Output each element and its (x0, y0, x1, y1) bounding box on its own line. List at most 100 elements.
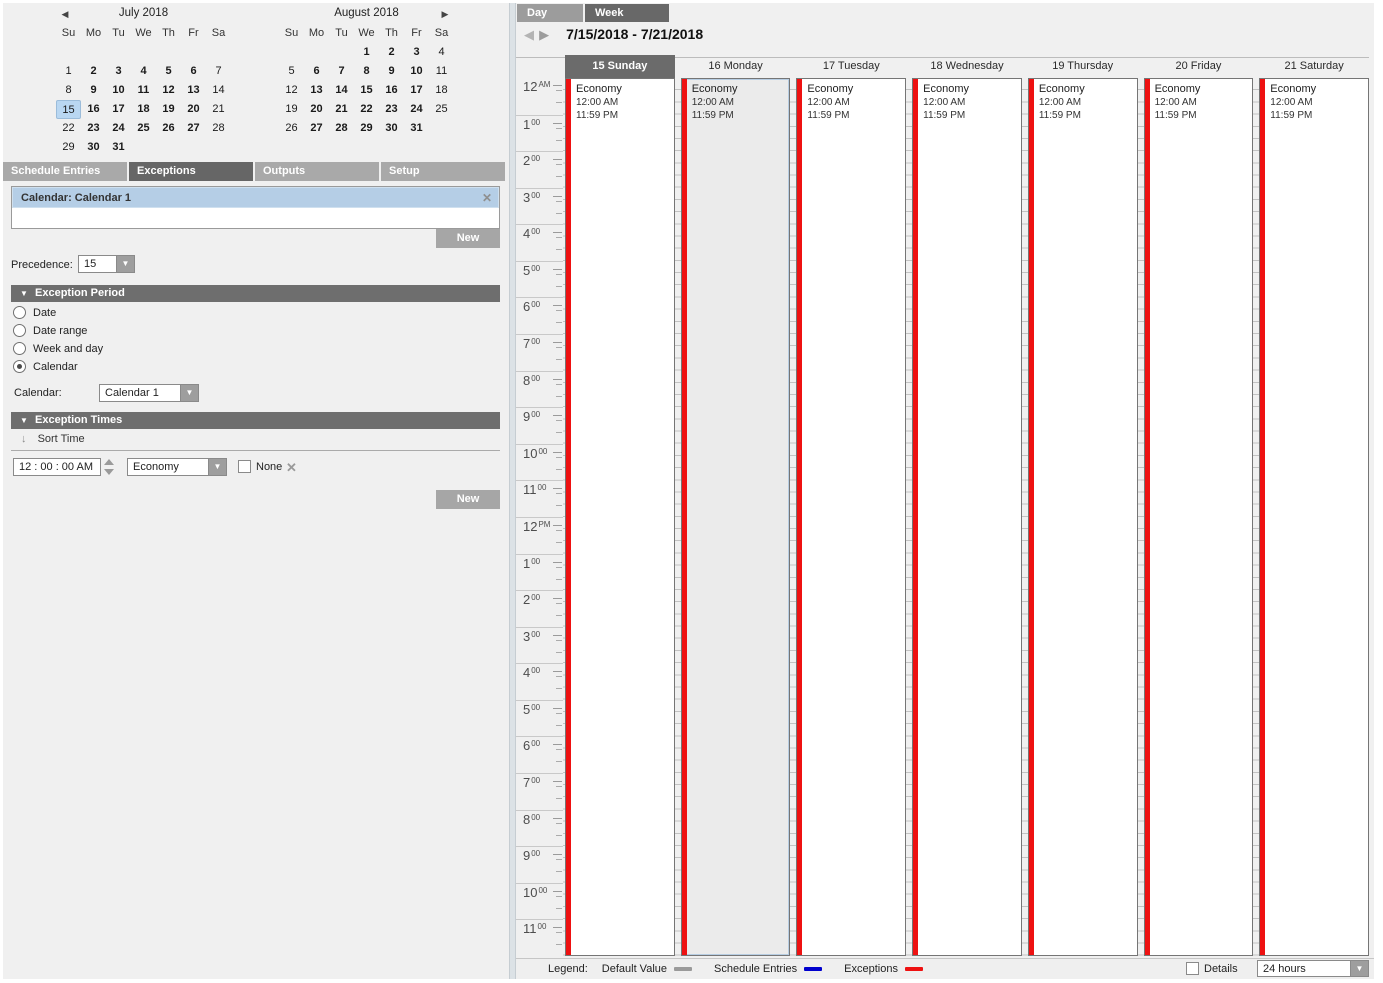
day-column[interactable]: Economy12:00 AM11:59 PM (796, 78, 906, 956)
calendar-day-cell[interactable]: 9 (81, 81, 106, 100)
calendar-day-cell[interactable]: 20 (181, 100, 206, 119)
remove-exception-icon[interactable]: ✕ (482, 188, 492, 209)
schedule-entry[interactable]: Economy12:00 AM11:59 PM (692, 82, 788, 122)
calendar-day-cell[interactable]: 29 (354, 119, 379, 138)
delete-time-icon[interactable]: ✕ (286, 460, 297, 476)
calendar-prev-icon[interactable]: ◀ (58, 6, 72, 22)
calendar-day-cell[interactable]: 22 (56, 119, 81, 138)
calendar-day-cell[interactable]: 30 (379, 119, 404, 138)
none-checkbox[interactable] (238, 460, 251, 473)
calendar-day-cell[interactable]: 16 (81, 100, 106, 119)
calendar-day-cell[interactable]: 23 (379, 100, 404, 119)
calendar-day-cell[interactable]: 14 (206, 81, 231, 100)
calendar-day-cell[interactable]: 1 (56, 62, 81, 81)
calendar-day-cell[interactable]: 28 (206, 119, 231, 138)
calendar-day-cell[interactable]: 6 (181, 62, 206, 81)
spin-up-icon[interactable] (104, 459, 114, 465)
radio-option-date[interactable]: Date (13, 306, 56, 321)
sort-time-control[interactable]: ↓ Sort Time (21, 433, 85, 447)
calendar-day-cell[interactable]: 7 (206, 62, 231, 81)
schedule-entry[interactable]: Economy12:00 AM11:59 PM (1039, 82, 1135, 122)
calendar-day-cell[interactable]: 21 (329, 100, 354, 119)
day-column[interactable]: Economy12:00 AM11:59 PM (912, 78, 1022, 956)
radio-button[interactable] (13, 306, 26, 319)
day-column[interactable]: Economy12:00 AM11:59 PM (1259, 78, 1369, 956)
chevron-down-icon[interactable]: ▼ (116, 255, 135, 273)
details-checkbox[interactable] (1186, 962, 1199, 975)
radio-option-date-range[interactable]: Date range (13, 324, 87, 339)
calendar-day-cell[interactable]: 15 (56, 100, 81, 119)
day-header[interactable]: 18 Wednesday (912, 55, 1022, 78)
calendar-day-cell[interactable]: 29 (56, 138, 81, 157)
calendar-day-cell[interactable]: 31 (106, 138, 131, 157)
calendar-day-cell[interactable]: 3 (404, 43, 429, 62)
calendar-day-cell[interactable]: 19 (279, 100, 304, 119)
time-input[interactable]: 12 : 00 : 00 AM (13, 458, 101, 476)
calendar-day-cell[interactable]: 27 (304, 119, 329, 138)
view-tab-week[interactable]: Week (585, 4, 669, 22)
day-header[interactable]: 15 Sunday (565, 55, 675, 78)
exception-times-header[interactable]: ▼ Exception Times (11, 412, 500, 429)
calendar-day-cell[interactable]: 18 (429, 81, 454, 100)
day-header[interactable]: 16 Monday (681, 55, 791, 78)
calendar-day-cell[interactable]: 17 (106, 100, 131, 119)
calendar-day-cell[interactable]: 6 (304, 62, 329, 81)
next-week-icon[interactable]: ▶ (539, 27, 549, 42)
calendar-day-cell[interactable]: 3 (106, 62, 131, 81)
calendar-day-cell[interactable]: 24 (106, 119, 131, 138)
schedule-entry[interactable]: Economy12:00 AM11:59 PM (923, 82, 1019, 122)
calendar-day-cell[interactable]: 13 (304, 81, 329, 100)
radio-option-week-and-day[interactable]: Week and day (13, 342, 103, 357)
calendar-day-cell[interactable]: 31 (404, 119, 429, 138)
schedule-entry[interactable]: Economy12:00 AM11:59 PM (1155, 82, 1251, 122)
calendar-day-cell[interactable]: 8 (354, 62, 379, 81)
time-stepper[interactable] (104, 458, 114, 476)
calendar-day-cell[interactable]: 5 (279, 62, 304, 81)
calendar-day-cell[interactable]: 23 (81, 119, 106, 138)
calendar-day-cell[interactable]: 21 (206, 100, 231, 119)
day-column[interactable]: Economy12:00 AM11:59 PM (681, 78, 791, 956)
tab-setup[interactable]: Setup (381, 162, 507, 181)
calendar-day-cell[interactable]: 4 (131, 62, 156, 81)
calendar-day-cell[interactable]: 16 (379, 81, 404, 100)
radio-option-calendar[interactable]: Calendar (13, 360, 78, 375)
schedule-entry[interactable]: Economy12:00 AM11:59 PM (807, 82, 903, 122)
calendar-day-cell[interactable]: 26 (156, 119, 181, 138)
exception-list-item[interactable]: Calendar: Calendar 1 ✕ (12, 187, 499, 208)
new-time-button[interactable]: New (436, 490, 500, 509)
day-column[interactable]: Economy12:00 AM11:59 PM (1028, 78, 1138, 956)
tab-schedule-entries[interactable]: Schedule Entries (3, 162, 129, 181)
precedence-dropdown[interactable]: 15 ▼ (78, 255, 135, 273)
schedule-entry[interactable]: Economy12:00 AM11:59 PM (1270, 82, 1366, 122)
calendar-day-cell[interactable]: 30 (81, 138, 106, 157)
day-column[interactable]: Economy12:00 AM11:59 PM (1144, 78, 1254, 956)
chevron-down-icon[interactable]: ▼ (180, 384, 199, 402)
calendar-day-cell[interactable]: 2 (81, 62, 106, 81)
radio-button[interactable] (13, 342, 26, 355)
calendar-day-cell[interactable]: 13 (181, 81, 206, 100)
value-dropdown[interactable]: Economy ▼ (127, 458, 227, 476)
calendar-dropdown[interactable]: Calendar 1 ▼ (99, 384, 199, 402)
calendar-day-cell[interactable]: 27 (181, 119, 206, 138)
calendar-day-cell[interactable]: 18 (131, 100, 156, 119)
collapse-icon[interactable]: ▼ (20, 412, 28, 429)
calendar-day-cell[interactable]: 25 (131, 119, 156, 138)
calendar-day-cell[interactable]: 26 (279, 119, 304, 138)
calendar-day-cell[interactable]: 4 (429, 43, 454, 62)
view-tab-day[interactable]: Day (517, 4, 583, 22)
chevron-down-icon[interactable]: ▼ (208, 458, 227, 476)
calendar-day-cell[interactable]: 9 (379, 62, 404, 81)
tab-exceptions[interactable]: Exceptions (129, 162, 255, 181)
collapse-icon[interactable]: ▼ (20, 285, 28, 302)
chevron-down-icon[interactable]: ▼ (1350, 960, 1369, 977)
spin-down-icon[interactable] (104, 469, 114, 475)
calendar-next-icon[interactable]: ▶ (438, 6, 452, 22)
calendar-day-cell[interactable]: 8 (56, 81, 81, 100)
calendar-day-cell[interactable]: 28 (329, 119, 354, 138)
calendar-day-cell[interactable]: 7 (329, 62, 354, 81)
day-header[interactable]: 20 Friday (1144, 55, 1254, 78)
calendar-day-cell[interactable]: 25 (429, 100, 454, 119)
tab-outputs[interactable]: Outputs (255, 162, 381, 181)
calendar-day-cell[interactable]: 24 (404, 100, 429, 119)
calendar-day-cell[interactable]: 15 (354, 81, 379, 100)
